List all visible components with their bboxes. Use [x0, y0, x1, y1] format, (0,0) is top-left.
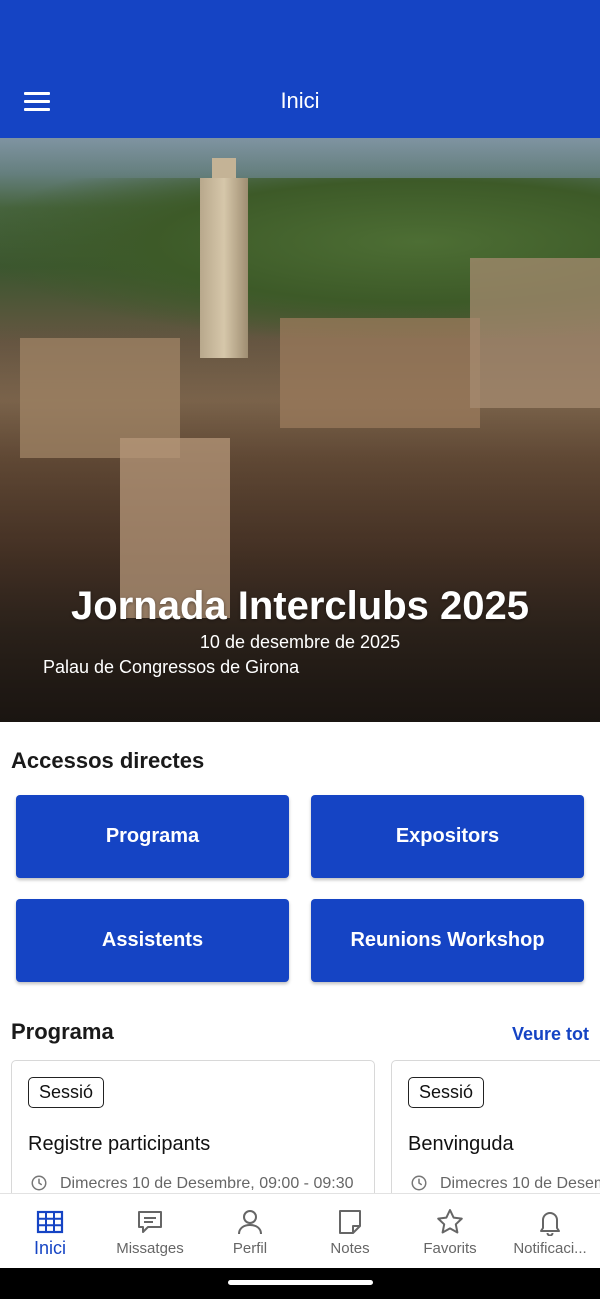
nav-item-notes[interactable]: Notes [300, 1194, 400, 1268]
quick-access-title: Accessos directes [11, 748, 205, 773]
session-badge: Sessió [28, 1077, 105, 1108]
nav-item-perfil[interactable]: Perfil [200, 1194, 300, 1268]
event-date: 10 de desembre de 2025 [199, 632, 401, 652]
event-title: Jornada Interclubs 2025 [71, 584, 529, 628]
program-card[interactable]: Sessió Benvinguda Dimecres 10 de Desembr… [391, 1060, 600, 1212]
nav-label: Notificaci... [513, 1240, 587, 1257]
program-card[interactable]: Sessió Registre participants Dimecres 10… [11, 1060, 375, 1212]
hero-image-tower [200, 178, 248, 358]
program-title: Programa [11, 1019, 114, 1044]
star-icon [437, 1209, 463, 1234]
note-icon [339, 1210, 361, 1234]
nav-label: Perfil [232, 1240, 268, 1257]
screen: Inici Jornada Interclubs 2025 10 de dese… [0, 0, 600, 1268]
see-all-link[interactable]: Veure tot [512, 1024, 589, 1045]
session-title: Benvinguda [408, 1133, 514, 1155]
hero-image-buildings [470, 258, 600, 408]
nav-label: Notes [330, 1240, 370, 1257]
hero-image-buildings [280, 318, 480, 428]
hero-banner: Jornada Interclubs 2025 10 de desembre d… [0, 138, 600, 722]
session-badge: Sessió [408, 1077, 485, 1108]
clock-icon [411, 1175, 427, 1191]
reunions-workshop-button[interactable]: Reunions Workshop [311, 899, 584, 982]
bell-icon [540, 1212, 560, 1236]
session-time: Dimecres 10 de Desembre, 09:30 - 10:00 [440, 1175, 600, 1192]
session-title: Registre participants [28, 1133, 211, 1155]
clock-icon [31, 1175, 47, 1191]
user-icon [238, 1210, 262, 1235]
expositors-button[interactable]: Expositors [311, 795, 584, 878]
event-venue: Palau de Congressos de Girona [43, 657, 300, 677]
home-indicator[interactable] [228, 1280, 373, 1285]
programa-button[interactable]: Programa [16, 795, 289, 878]
message-icon [138, 1211, 162, 1233]
app-bar: Inici [0, 0, 600, 138]
nav-label: Missatges [116, 1240, 184, 1257]
nav-label: Inici [33, 1238, 66, 1258]
nav-item-notificacions[interactable]: Notificaci... [500, 1194, 600, 1268]
nav-item-missatges[interactable]: Missatges [100, 1194, 200, 1268]
grid-icon [36, 1210, 64, 1234]
nav-label: Favorits [423, 1240, 477, 1257]
nav-item-favorits[interactable]: Favorits [400, 1194, 500, 1268]
nav-item-inici[interactable]: Inici [0, 1194, 100, 1268]
page-title: Inici [280, 88, 320, 113]
bottom-nav: Inici Missatges Perfil Notes Favorits No… [0, 1193, 600, 1268]
session-time: Dimecres 10 de Desembre, 09:00 - 09:30 [60, 1175, 354, 1192]
assistents-button[interactable]: Assistents [16, 899, 289, 982]
